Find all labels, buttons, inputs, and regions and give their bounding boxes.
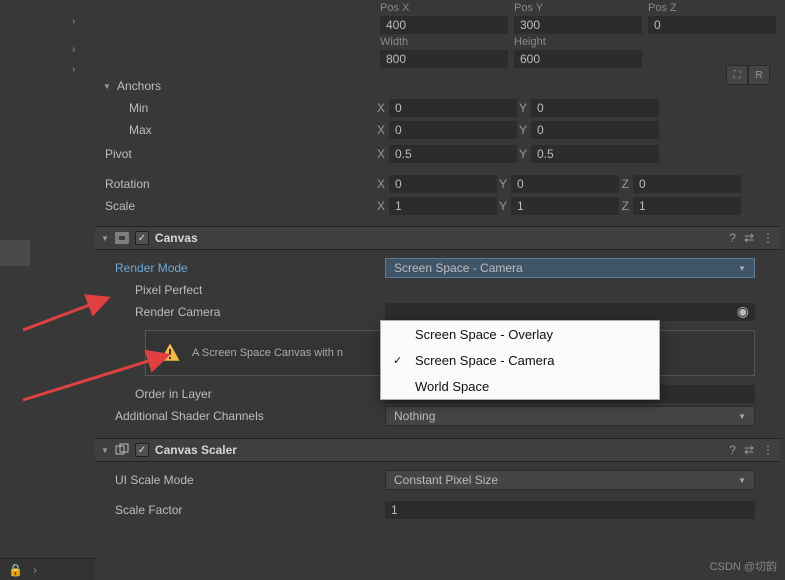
preset-icon[interactable]: ⇄: [744, 231, 754, 245]
dropdown-arrow-icon: ▼: [738, 412, 746, 421]
x-label: X: [375, 147, 389, 161]
chevron-right-icon[interactable]: ›: [72, 64, 75, 75]
anchors-max-y[interactable]: [531, 121, 659, 139]
scale-y[interactable]: [511, 197, 619, 215]
raw-edit-button[interactable]: R: [748, 65, 770, 85]
lock-icon[interactable]: 🔒: [8, 563, 23, 577]
ui-scale-mode-label: UI Scale Mode: [105, 473, 385, 487]
height-label: Height: [514, 36, 644, 48]
canvas-foldout-icon[interactable]: ▼: [101, 234, 109, 243]
selection-strip: [0, 240, 30, 266]
inspector-panel: Pos X Pos Y Pos Z Width Height ⛶ R Ancho…: [95, 0, 780, 580]
y-label: Y: [517, 123, 531, 137]
ui-scale-mode-dropdown[interactable]: Constant Pixel Size ▼: [385, 470, 755, 490]
pixel-perfect-label: Pixel Perfect: [105, 283, 385, 297]
scaler-enabled-checkbox[interactable]: ✓: [135, 443, 149, 457]
scaler-title: Canvas Scaler: [155, 443, 721, 457]
rotation-label: Rotation: [95, 177, 375, 191]
shader-channels-dropdown[interactable]: Nothing ▼: [385, 406, 755, 426]
anchors-foldout[interactable]: [101, 82, 113, 91]
warning-icon: [158, 341, 182, 365]
z-label: Z: [619, 177, 633, 191]
order-in-layer-label: Order in Layer: [105, 387, 385, 401]
posy-input[interactable]: [514, 16, 642, 34]
anchors-min-y[interactable]: [531, 99, 659, 117]
anchors-title: Anchors: [113, 79, 373, 93]
dropdown-arrow-icon: ▼: [738, 476, 746, 485]
y-label: Y: [517, 147, 531, 161]
render-camera-field[interactable]: ◉: [385, 303, 755, 321]
anchors-max-label: Max: [95, 123, 375, 137]
object-picker-icon[interactable]: ◉: [737, 303, 749, 320]
scaler-foldout-icon[interactable]: ▼: [101, 446, 109, 455]
canvas-scaler-header[interactable]: ▼ ✓ Canvas Scaler ? ⇄ ⋮: [95, 438, 780, 462]
scale-label: Scale: [95, 199, 375, 213]
render-mode-option-camera[interactable]: ✓Screen Space - Camera: [381, 347, 659, 373]
render-camera-label: Render Camera: [105, 305, 385, 319]
posz-input[interactable]: [648, 16, 776, 34]
blueprint-button[interactable]: ⛶: [726, 65, 748, 85]
help-icon[interactable]: ?: [729, 231, 736, 245]
x-label: X: [375, 101, 389, 115]
menu-icon[interactable]: ⋮: [762, 443, 774, 457]
pivot-x[interactable]: [389, 145, 517, 163]
y-label: Y: [517, 101, 531, 115]
shader-channels-value: Nothing: [394, 409, 435, 423]
watermark: CSDN @切韵: [710, 558, 777, 574]
footer-bar: 🔒 ›: [0, 558, 95, 580]
render-mode-popup: Screen Space - Overlay ✓Screen Space - C…: [380, 320, 660, 400]
width-input[interactable]: [380, 50, 508, 68]
chevron-right-icon[interactable]: ›: [72, 44, 75, 55]
canvas-title: Canvas: [155, 231, 721, 245]
check-icon: ✓: [393, 354, 415, 367]
x-label: X: [375, 177, 389, 191]
y-label: Y: [497, 199, 511, 213]
z-label: Z: [619, 199, 633, 213]
height-input[interactable]: [514, 50, 642, 68]
rotation-y[interactable]: [511, 175, 619, 193]
rotation-x[interactable]: [389, 175, 497, 193]
menu-icon[interactable]: ⋮: [762, 231, 774, 245]
scale-factor-input[interactable]: [385, 501, 755, 519]
scale-z[interactable]: [633, 197, 741, 215]
chevron-right-icon[interactable]: ›: [72, 16, 75, 27]
posy-label: Pos Y: [514, 2, 644, 14]
render-mode-option-overlay[interactable]: Screen Space - Overlay: [381, 321, 659, 347]
x-label: X: [375, 123, 389, 137]
anchors-min-x[interactable]: [389, 99, 517, 117]
posx-input[interactable]: [380, 16, 508, 34]
chevron-icon[interactable]: ›: [33, 563, 37, 577]
x-label: X: [375, 199, 389, 213]
anchors-min-label: Min: [95, 101, 375, 115]
render-mode-option-world[interactable]: World Space: [381, 373, 659, 399]
posx-label: Pos X: [380, 2, 510, 14]
help-icon[interactable]: ?: [729, 443, 736, 457]
canvas-scaler-icon: [115, 443, 129, 457]
rotation-z[interactable]: [633, 175, 741, 193]
scale-x[interactable]: [389, 197, 497, 215]
y-label: Y: [497, 177, 511, 191]
pivot-y[interactable]: [531, 145, 659, 163]
scale-factor-label: Scale Factor: [105, 503, 385, 517]
posz-label: Pos Z: [648, 2, 778, 14]
hierarchy-sidebar: › › ›: [0, 0, 90, 580]
width-label: Width: [380, 36, 510, 48]
dropdown-arrow-icon: ▼: [738, 264, 746, 273]
canvas-icon: [115, 231, 129, 245]
preset-icon[interactable]: ⇄: [744, 443, 754, 457]
render-mode-dropdown[interactable]: Screen Space - Camera ▼: [385, 258, 755, 278]
blueprint-buttons: ⛶ R: [726, 65, 770, 85]
render-mode-label: Render Mode: [105, 261, 385, 275]
pivot-label: Pivot: [95, 147, 375, 161]
canvas-header[interactable]: ▼ ✓ Canvas ? ⇄ ⋮: [95, 226, 780, 250]
anchors-max-x[interactable]: [389, 121, 517, 139]
render-mode-value: Screen Space - Camera: [394, 261, 523, 275]
canvas-enabled-checkbox[interactable]: ✓: [135, 231, 149, 245]
shader-channels-label: Additional Shader Channels: [105, 409, 385, 423]
ui-scale-mode-value: Constant Pixel Size: [394, 473, 498, 487]
